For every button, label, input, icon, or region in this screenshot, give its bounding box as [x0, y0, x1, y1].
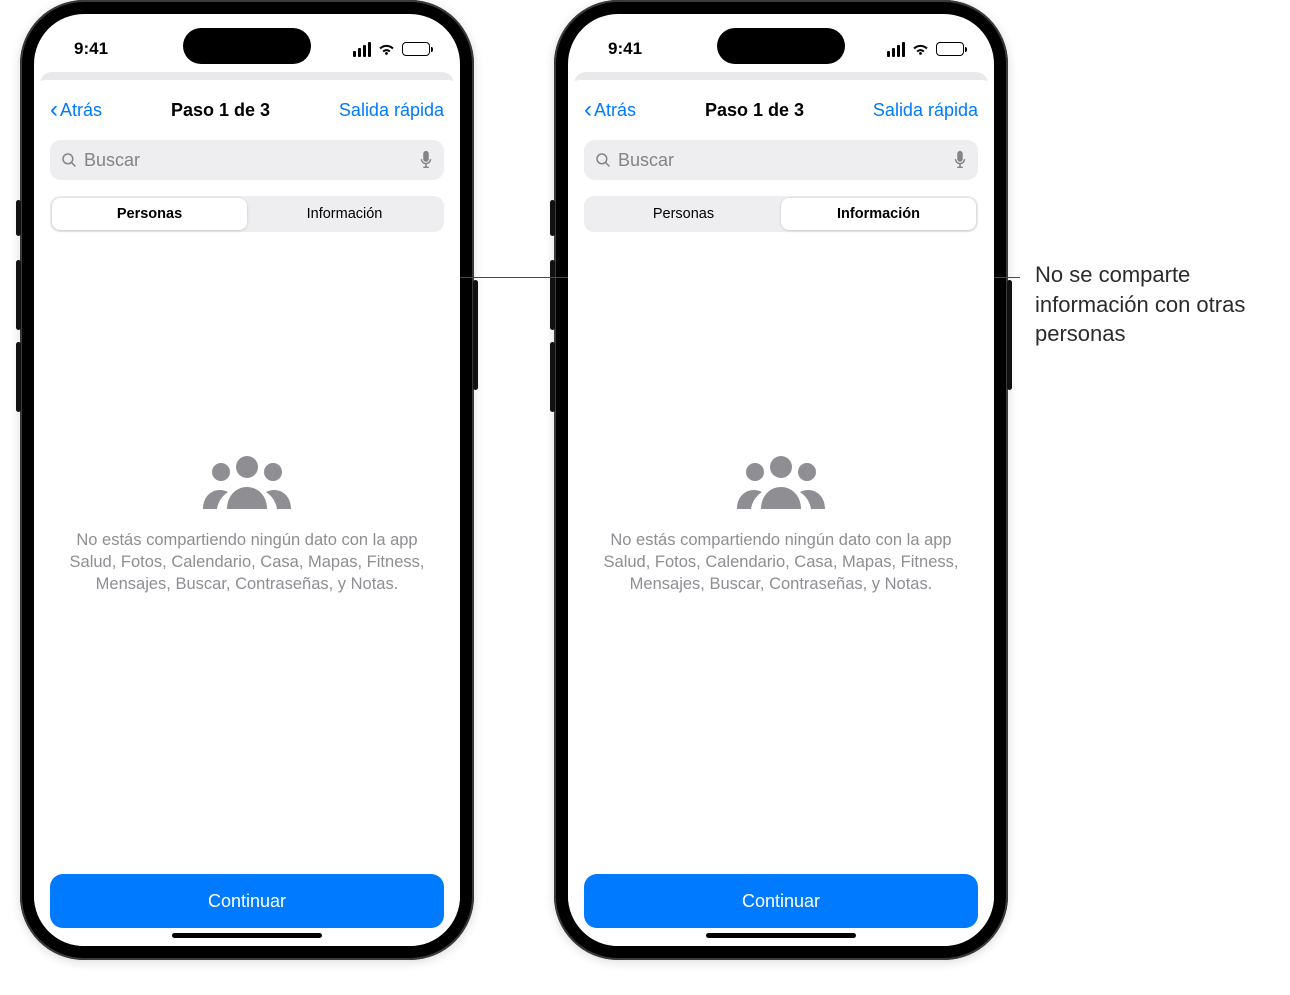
page-title: Paso 1 de 3 [171, 100, 270, 121]
continue-button[interactable]: Continuar [50, 874, 444, 928]
cellular-signal-icon [353, 42, 372, 57]
battery-icon [402, 42, 430, 56]
page-title: Paso 1 de 3 [705, 100, 804, 121]
empty-state: No estás compartiendo ningún dato con la… [50, 232, 444, 874]
status-time: 9:41 [608, 39, 642, 59]
quick-exit-button[interactable]: Salida rápida [339, 100, 444, 121]
tab-information[interactable]: Información [781, 198, 976, 230]
nav-bar: ‹ Atrás Paso 1 de 3 Salida rápida [50, 94, 444, 126]
search-icon [60, 151, 78, 169]
search-input[interactable] [618, 150, 946, 171]
empty-message: No estás compartiendo ningún dato con la… [601, 529, 961, 596]
people-group-icon [197, 451, 297, 511]
iphone-frame-right: 9:41 ‹ Atrás Paso 1 de 3 Salida rápida [554, 0, 1008, 960]
back-button[interactable]: ‹ Atrás [50, 98, 102, 122]
mic-icon[interactable] [952, 150, 968, 170]
battery-icon [936, 42, 964, 56]
people-group-icon [731, 451, 831, 511]
back-button[interactable]: ‹ Atrás [584, 98, 636, 122]
tab-information[interactable]: Información [247, 198, 442, 230]
chevron-left-icon: ‹ [50, 98, 58, 122]
tab-people[interactable]: Personas [586, 198, 781, 230]
chevron-left-icon: ‹ [584, 98, 592, 122]
wifi-icon [377, 42, 396, 56]
cellular-signal-icon [887, 42, 906, 57]
status-time: 9:41 [74, 39, 108, 59]
home-indicator[interactable] [172, 933, 322, 938]
iphone-frame-left: 9:41 ‹ Atrás Paso 1 de 3 Salida rápida [20, 0, 474, 960]
dynamic-island [717, 28, 845, 64]
search-input[interactable] [84, 150, 412, 171]
empty-message: No estás compartiendo ningún dato con la… [67, 529, 427, 596]
empty-state: No estás compartiendo ningún dato con la… [584, 232, 978, 874]
search-icon [594, 151, 612, 169]
back-label: Atrás [594, 100, 636, 121]
nav-bar: ‹ Atrás Paso 1 de 3 Salida rápida [584, 94, 978, 126]
tab-people[interactable]: Personas [52, 198, 247, 230]
segmented-control: Personas Información [584, 196, 978, 232]
segmented-control: Personas Información [50, 196, 444, 232]
callout-annotation: No se comparte información con otras per… [1035, 260, 1265, 349]
home-indicator[interactable] [706, 933, 856, 938]
mic-icon[interactable] [418, 150, 434, 170]
dynamic-island [183, 28, 311, 64]
continue-button[interactable]: Continuar [584, 874, 978, 928]
quick-exit-button[interactable]: Salida rápida [873, 100, 978, 121]
back-label: Atrás [60, 100, 102, 121]
wifi-icon [911, 42, 930, 56]
search-field[interactable] [584, 140, 978, 180]
search-field[interactable] [50, 140, 444, 180]
